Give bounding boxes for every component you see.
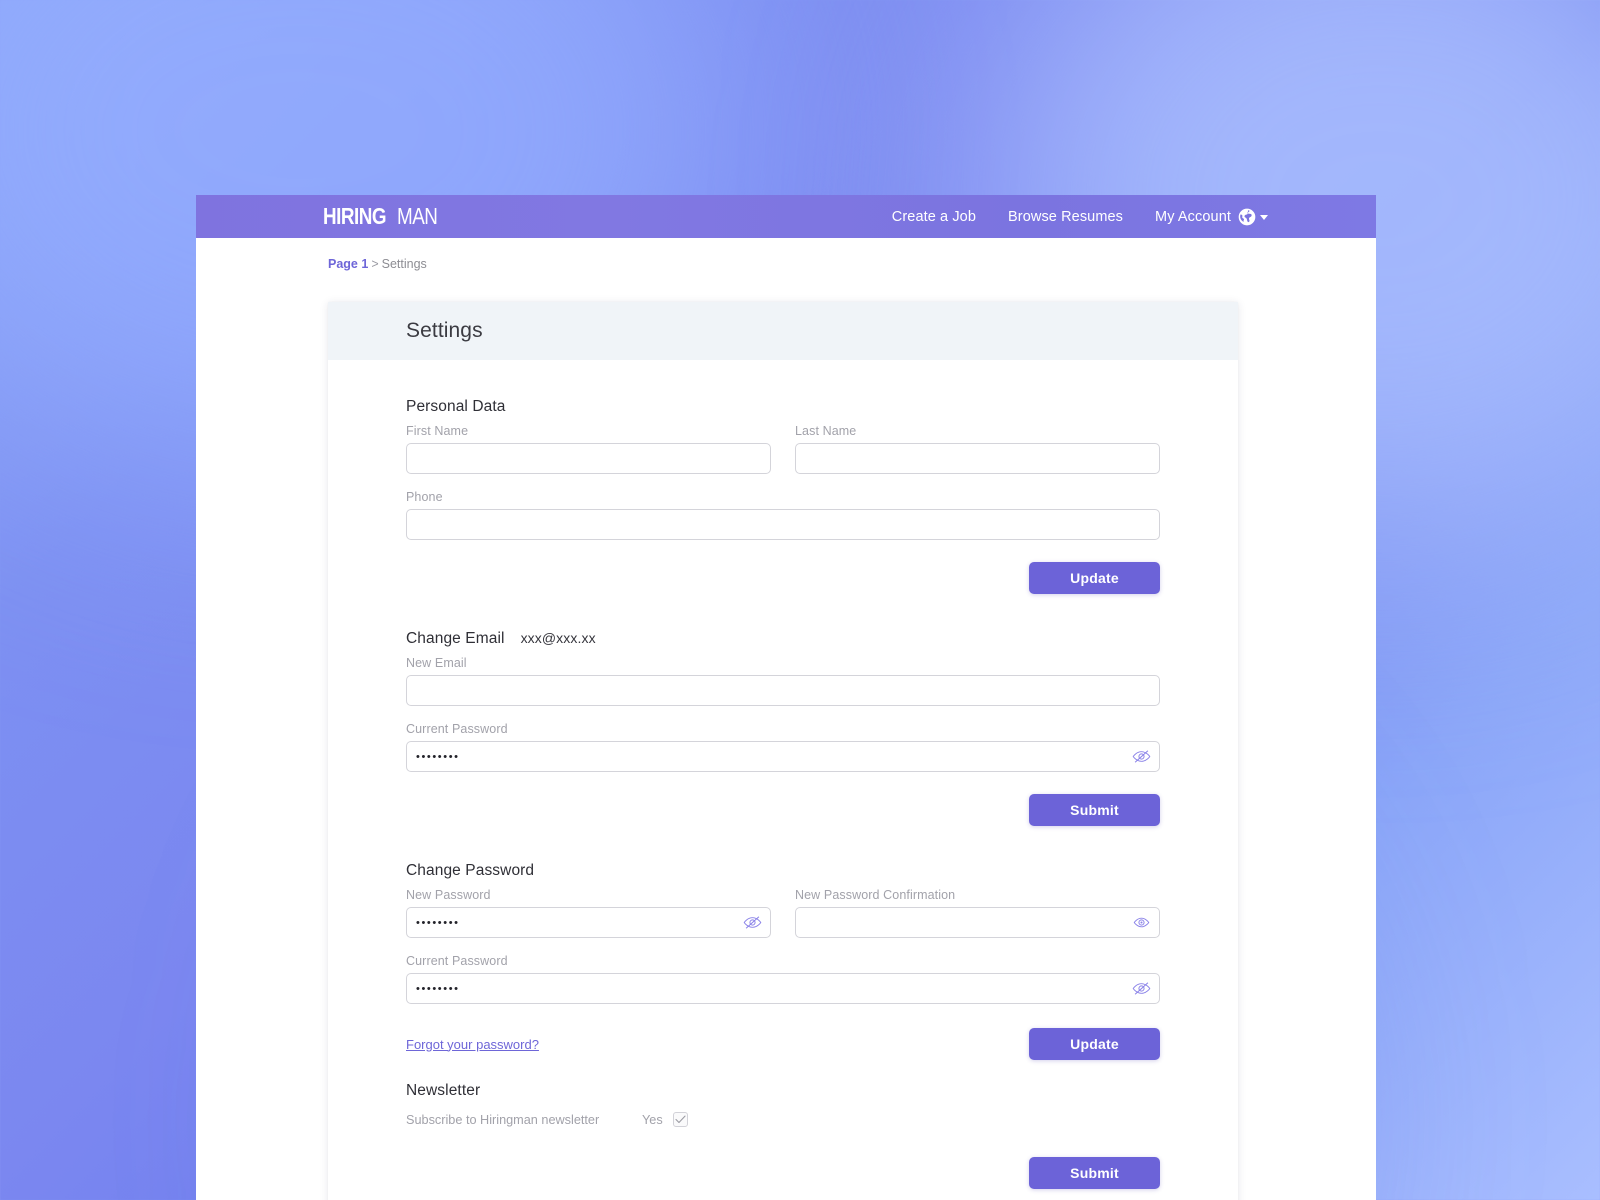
change-email-actions: Submit [406, 794, 1160, 826]
newsletter-submit-button[interactable]: Submit [1029, 1157, 1160, 1189]
settings-card-header: Settings [328, 302, 1238, 360]
newsletter-subscribe-checkbox[interactable] [672, 1112, 688, 1127]
phone-label: Phone [406, 490, 443, 504]
newsletter-heading-text: Newsletter [406, 1082, 481, 1099]
password-current-password-label: Current Password [406, 954, 508, 968]
personal-data-name-row: First Name Last Name [406, 424, 1160, 474]
password-current-password-eye-slash-icon[interactable] [1131, 981, 1151, 997]
new-password-confirmation-input[interactable] [795, 907, 1160, 938]
breadcrumb-link-page-1[interactable]: Page 1 [328, 257, 368, 271]
first-name-input[interactable] [406, 443, 771, 474]
newsletter-actions: Submit [406, 1157, 1160, 1189]
change-password-row: New Password •••••••• New Password Confi… [406, 888, 1160, 938]
email-current-password-field-group: Current Password •••••••• [406, 722, 1160, 772]
app-page: HIRING MAN Create a Job Browse Resumes My… [196, 195, 1376, 1200]
language-selector[interactable] [1238, 195, 1268, 238]
personal-data-actions: Update [406, 562, 1160, 594]
change-password-actions: Forgot your password? Update [406, 1028, 1160, 1060]
email-current-password-input[interactable] [406, 741, 1160, 772]
section-heading-change-email: Change Email xxx@xxx.xx [406, 630, 1160, 648]
section-heading-newsletter: Newsletter [406, 1082, 1160, 1100]
nav-item-create-a-job[interactable]: Create a Job [892, 209, 976, 225]
current-email-value: xxx@xxx.xx [520, 630, 596, 646]
email-current-password-label: Current Password [406, 722, 508, 736]
newsletter-subscribe-label: Subscribe to Hiringman newsletter [406, 1112, 600, 1127]
nav-item-browse-resumes[interactable]: Browse Resumes [1008, 209, 1123, 225]
spacer-after-personal-data [406, 594, 1160, 630]
settings-card: Settings Personal Data First Name Last N… [328, 302, 1238, 1200]
section-heading-change-password: Change Password [406, 862, 1160, 880]
new-password-confirmation-field-group: New Password Confirmation [795, 888, 1160, 938]
phone-field-group: Phone [406, 490, 1160, 540]
new-email-input[interactable] [406, 675, 1160, 706]
top-navigation-bar: HIRING MAN Create a Job Browse Resumes My… [196, 195, 1376, 238]
personal-data-heading-text: Personal Data [406, 398, 506, 415]
section-newsletter: Newsletter Subscribe to Hiringman newsle… [406, 1082, 1160, 1189]
personal-data-update-button[interactable]: Update [1029, 562, 1160, 594]
last-name-field-group: Last Name [795, 424, 1160, 474]
new-password-confirmation-label: New Password Confirmation [795, 888, 956, 902]
password-current-password-input[interactable] [406, 973, 1160, 1004]
breadcrumb: Page 1 > Settings [328, 257, 427, 271]
breadcrumb-current-settings: Settings [381, 257, 427, 271]
logo-text-bold: HIRING [323, 203, 387, 229]
change-password-heading-text: Change Password [406, 862, 535, 879]
new-password-eye-slash-icon[interactable] [742, 915, 762, 931]
newsletter-yes-label: Yes [642, 1112, 663, 1127]
last-name-label: Last Name [795, 424, 857, 438]
password-current-password-field-group: Current Password •••••••• [406, 954, 1160, 1004]
first-name-field-group: First Name [406, 424, 771, 474]
spacer-after-change-email [406, 826, 1160, 862]
settings-card-body: Personal Data First Name Last Name Phone… [328, 360, 1238, 1200]
logo-text-light: MAN [396, 203, 438, 229]
new-password-label: New Password [406, 888, 491, 902]
globe-icon [1238, 208, 1256, 225]
section-change-password: Change Password New Password •••••••• Ne… [406, 862, 1160, 1060]
section-heading-personal-data: Personal Data [406, 398, 1160, 416]
check-icon [675, 1115, 686, 1124]
section-personal-data: Personal Data First Name Last Name Phone… [406, 398, 1160, 594]
caret-down-icon [1260, 215, 1268, 220]
nav-links: Create a Job Browse Resumes My Account [892, 195, 1231, 238]
first-name-label: First Name [406, 424, 469, 438]
new-email-label: New Email [406, 656, 467, 670]
last-name-input[interactable] [795, 443, 1160, 474]
new-password-confirmation-eye-icon[interactable] [1131, 915, 1151, 931]
new-password-field-group: New Password •••••••• [406, 888, 771, 938]
site-logo[interactable]: HIRING MAN [323, 201, 446, 231]
section-change-email: Change Email xxx@xxx.xx New Email Curren… [406, 630, 1160, 826]
breadcrumb-separator: > [371, 257, 379, 271]
change-email-heading-text: Change Email [406, 630, 505, 647]
newsletter-subscribe-row: Subscribe to Hiringman newsletter Yes [406, 1112, 1160, 1127]
email-current-password-eye-slash-icon[interactable] [1131, 749, 1151, 765]
new-password-input[interactable] [406, 907, 771, 938]
new-email-field-group: New Email [406, 656, 1160, 706]
change-email-submit-button[interactable]: Submit [1029, 794, 1160, 826]
change-password-update-button[interactable]: Update [1029, 1028, 1160, 1060]
phone-input[interactable] [406, 509, 1160, 540]
nav-item-my-account[interactable]: My Account [1155, 209, 1231, 225]
forgot-password-link[interactable]: Forgot your password? [406, 1037, 539, 1052]
page-title: Settings [406, 319, 483, 342]
